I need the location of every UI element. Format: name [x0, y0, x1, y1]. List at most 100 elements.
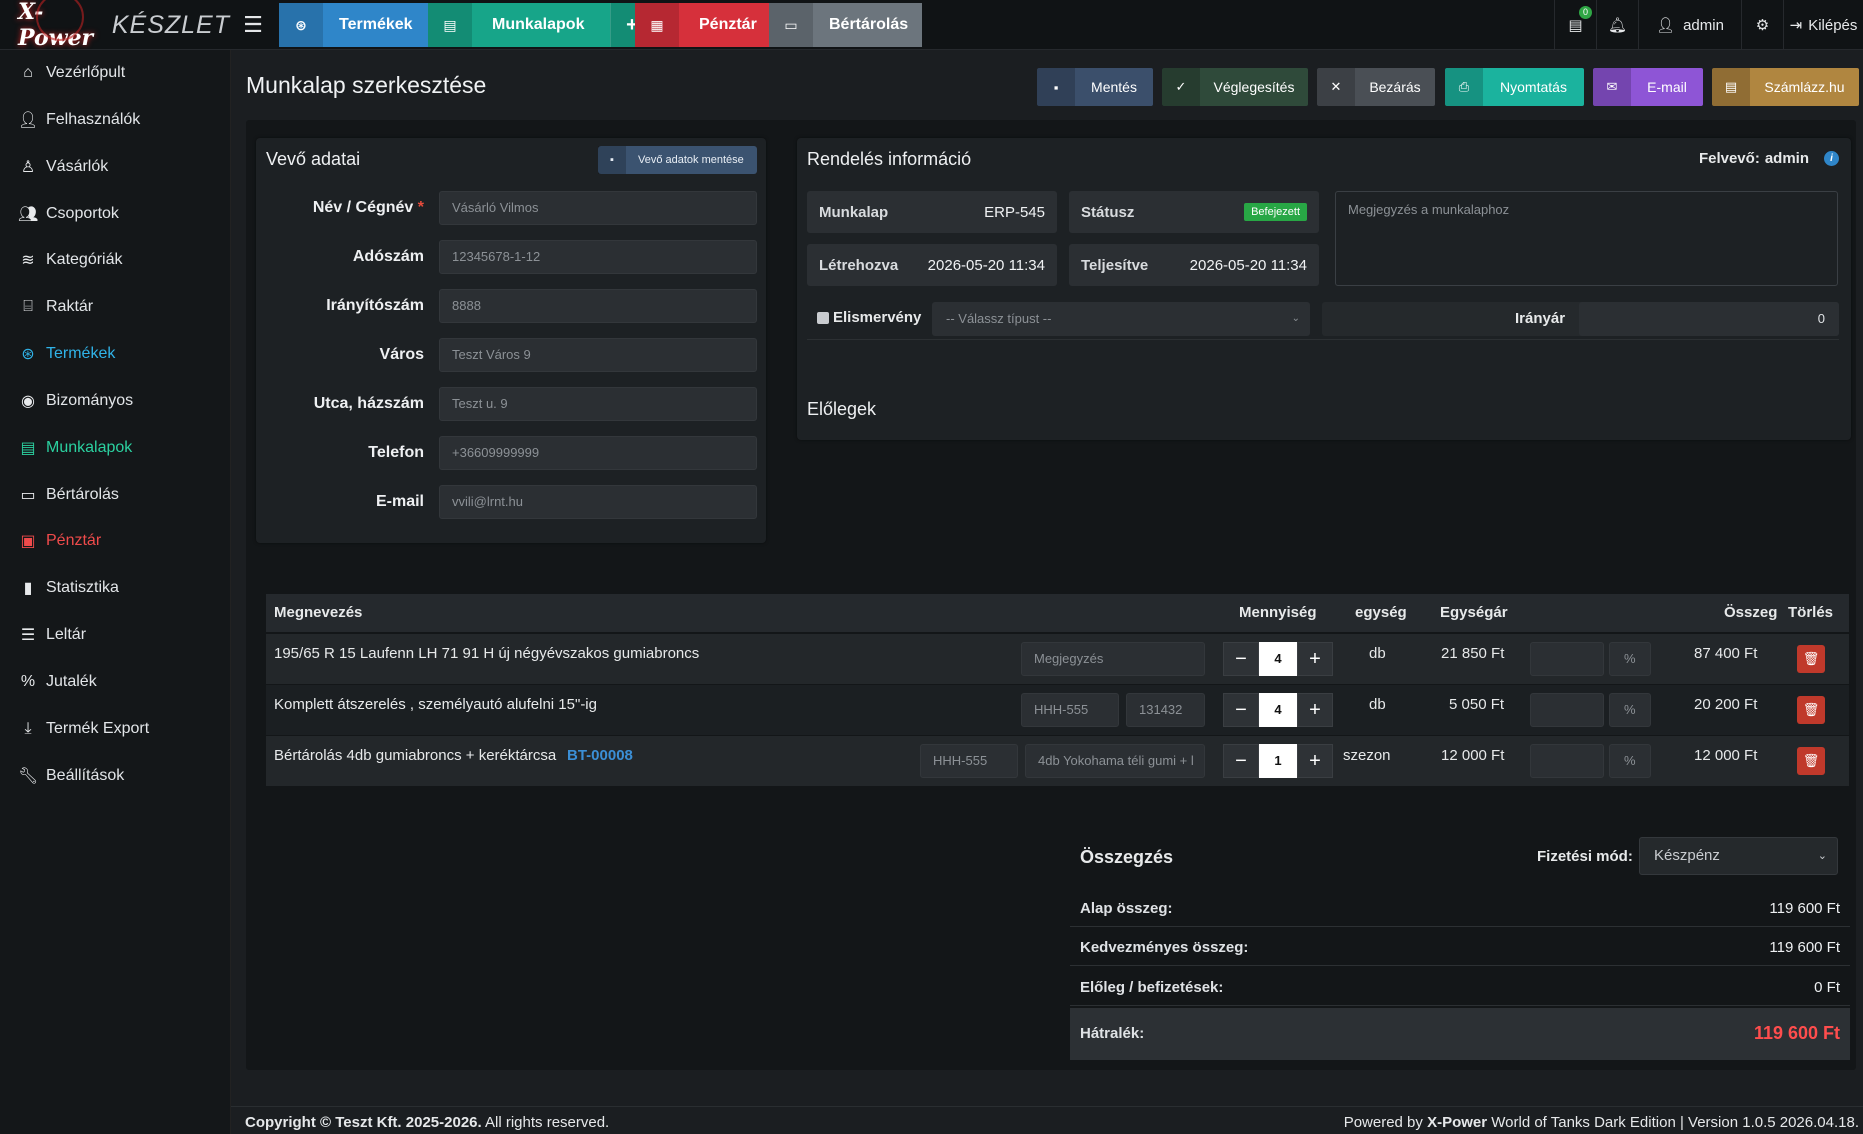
quantity-input[interactable]: 1 [1259, 744, 1297, 778]
plate-number-input[interactable]: HHH-555 [1021, 693, 1119, 727]
payment-method-select[interactable]: Készpénz ⌄ [1639, 837, 1838, 875]
worksheet-note-textarea[interactable]: Megjegyzés a munkalaphoz [1335, 191, 1838, 286]
street-input[interactable]: Teszt u. 9 [439, 387, 757, 421]
item-name: Komplett átszerelés , személyautó alufel… [274, 696, 597, 713]
calculator-icon: ▦ [635, 3, 679, 47]
discount-percent-field[interactable]: % [1609, 642, 1651, 676]
sidebar-item-label: Jutalék [46, 673, 97, 690]
item-name: Bértárolás 4db gumiabroncs + keréktárcsa [274, 747, 557, 764]
menu-toggle-icon[interactable]: ☰ [240, 12, 266, 38]
logout-label: Kilépés [1808, 16, 1858, 34]
nav-penztar-button[interactable]: ▦ Pénztár [635, 3, 773, 47]
sidebar-item-felhasznalok[interactable]: 👤︎ Felhasználók [18, 105, 140, 135]
save-button[interactable]: ▪ Mentés [1037, 68, 1153, 106]
quantity-input[interactable]: 4 [1259, 642, 1297, 676]
sidebar-item-kategoriak[interactable]: ≋ Kategóriák [18, 245, 122, 275]
nav-bertarolas-button[interactable]: ▭ Bértárolás [769, 3, 923, 47]
customer-card: Vevő adatai ▪ Vevő adatok mentése Név / … [256, 138, 766, 543]
plate-number-input[interactable]: HHH-555 [920, 744, 1018, 778]
receipt-type-select[interactable]: -- Válassz típust -- ⌄ [932, 302, 1310, 336]
col-total-header: Összeg [1724, 604, 1778, 621]
nav-termekek-button[interactable]: ⊛ Termékek [279, 3, 431, 47]
discount-input[interactable] [1530, 642, 1604, 676]
sidebar-item-penztar[interactable]: ▣ Pénztár [18, 526, 101, 556]
zip-input[interactable]: 8888 [439, 289, 757, 323]
sidebar-item-vasarlok[interactable]: ♙ Vásárlók [18, 152, 108, 182]
tax-input[interactable]: 12345678-1-12 [439, 240, 757, 274]
sidebar-item-leltar[interactable]: ☰ Leltár [18, 620, 86, 650]
user-outline-icon: ♙ [20, 159, 36, 176]
item-detail-input[interactable]: 131432 [1126, 693, 1205, 727]
sidebar-item-munkalapok[interactable]: ▤ Munkalapok [18, 433, 132, 463]
gear-icon[interactable]: ⚙ [1741, 0, 1783, 50]
chart-icon: ▮ [23, 580, 33, 597]
created-value: 2026-05-20 11:34 [927, 256, 1045, 274]
envelope-icon: ✉ [1593, 68, 1631, 106]
city-input[interactable]: Teszt Város 9 [439, 338, 757, 372]
discount-percent-field[interactable]: % [1609, 693, 1651, 727]
user-menu[interactable]: 👤︎ admin [1638, 0, 1741, 50]
minus-button[interactable]: − [1223, 693, 1259, 727]
quantity-input[interactable]: 4 [1259, 693, 1297, 727]
discount-input[interactable] [1530, 693, 1604, 727]
col-unit-price-header: Egységár [1440, 604, 1508, 621]
summary-base-row: Alap összeg: 119 600 Ft [1070, 889, 1850, 927]
nav-munkalapok-button[interactable]: ▤ Munkalapok + [428, 3, 653, 47]
archive-icon: ▭ [769, 3, 813, 47]
save-customer-button[interactable]: ▪ Vevő adatok mentése [598, 146, 757, 174]
email-button[interactable]: ✉ E-mail [1593, 68, 1703, 106]
creator-name: admin [1764, 150, 1809, 167]
percent-icon: % [20, 673, 36, 690]
worksheets-notice-button[interactable]: ▤ 0 [1554, 0, 1596, 50]
discount-input[interactable] [1530, 744, 1604, 778]
advance-label: Előleg / befizetések: [1080, 979, 1224, 996]
trash-icon[interactable]: 🗑︎ [1797, 645, 1825, 673]
sidebar-item-statisztika[interactable]: ▮ Statisztika [18, 573, 119, 603]
invoice-label: Számlázz.hu [1764, 79, 1845, 95]
item-total: 12 000 Ft [1694, 747, 1758, 764]
info-icon[interactable]: i [1824, 151, 1839, 166]
item-note-input[interactable]: Megjegyzés [1021, 642, 1205, 676]
plus-button[interactable]: + [1297, 693, 1333, 727]
discount-percent-field[interactable]: % [1609, 744, 1651, 778]
guide-price-input[interactable]: 0 [1579, 302, 1839, 336]
print-button[interactable]: ⎙ Nyomtatás [1445, 68, 1584, 106]
sidebar-item-jutalek[interactable]: % Jutalék [18, 667, 97, 697]
storage-link[interactable]: BT-00008 [567, 747, 633, 764]
sidebar-item-beallitasok[interactable]: 🔧︎ Beállítások [18, 761, 124, 791]
sidebar-item-termek-export[interactable]: ⤓ Termék Export [18, 714, 149, 744]
item-unit: db [1369, 645, 1386, 662]
sidebar-item-termekek[interactable]: ⊛ Termékek [18, 339, 115, 369]
name-input[interactable]: Vásárló Vilmos [439, 191, 757, 225]
email-input[interactable]: vvili@lrnt.hu [439, 485, 757, 519]
table-row: Bértárolás 4db gumiabroncs + keréktárcsa… [266, 736, 1849, 786]
item-detail-input[interactable]: 4db Yokohama téli gumi + l [1025, 744, 1205, 778]
close-button[interactable]: ✕ Bezárás [1317, 68, 1435, 106]
trash-icon[interactable]: 🗑︎ [1797, 696, 1825, 724]
nav-termekek-label: Termékek [339, 16, 413, 33]
guide-price-group: Irányár 0 [1322, 302, 1839, 336]
base-amount-label: Alap összeg: [1080, 900, 1173, 917]
sidebar-item-bizomanyos[interactable]: ◉ Bizományos [18, 386, 133, 416]
sidebar-item-bertarolas[interactable]: ▭ Bértárolás [18, 480, 118, 510]
invoice-button[interactable]: ▤ Számlázz.hu [1712, 68, 1859, 106]
trash-icon[interactable]: 🗑︎ [1797, 747, 1825, 775]
logout-button[interactable]: ⇥ Kilépés [1783, 0, 1863, 50]
sidebar-item-csoportok[interactable]: 👥︎ Csoportok [18, 199, 119, 229]
receipt-checkbox[interactable]: Elismervény [817, 309, 921, 326]
plus-button[interactable]: + [1297, 642, 1333, 676]
summary-title: Összegzés [1080, 847, 1174, 867]
minus-button[interactable]: − [1223, 744, 1259, 778]
brand-logo[interactable]: X-Power KÉSZLET [0, 0, 230, 51]
phone-input[interactable]: +36609999999 [439, 436, 757, 470]
plus-button[interactable]: + [1297, 744, 1333, 778]
minus-button[interactable]: − [1223, 642, 1259, 676]
item-unit: db [1369, 696, 1386, 713]
table-row: 195/65 R 15 Laufenn LH 71 91 H új négyév… [266, 634, 1849, 684]
bell-icon[interactable]: 🔔︎ [1596, 0, 1638, 50]
city-label: Város [379, 346, 424, 363]
sidebar-item-raktar[interactable]: ⌸ Raktár [18, 292, 93, 322]
finalize-button[interactable]: ✓ Véglegesítés [1162, 68, 1308, 106]
sidebar-item-vezerlopult[interactable]: ⌂ Vezérlőpult [18, 58, 125, 88]
tax-label: Adószám [352, 248, 424, 265]
